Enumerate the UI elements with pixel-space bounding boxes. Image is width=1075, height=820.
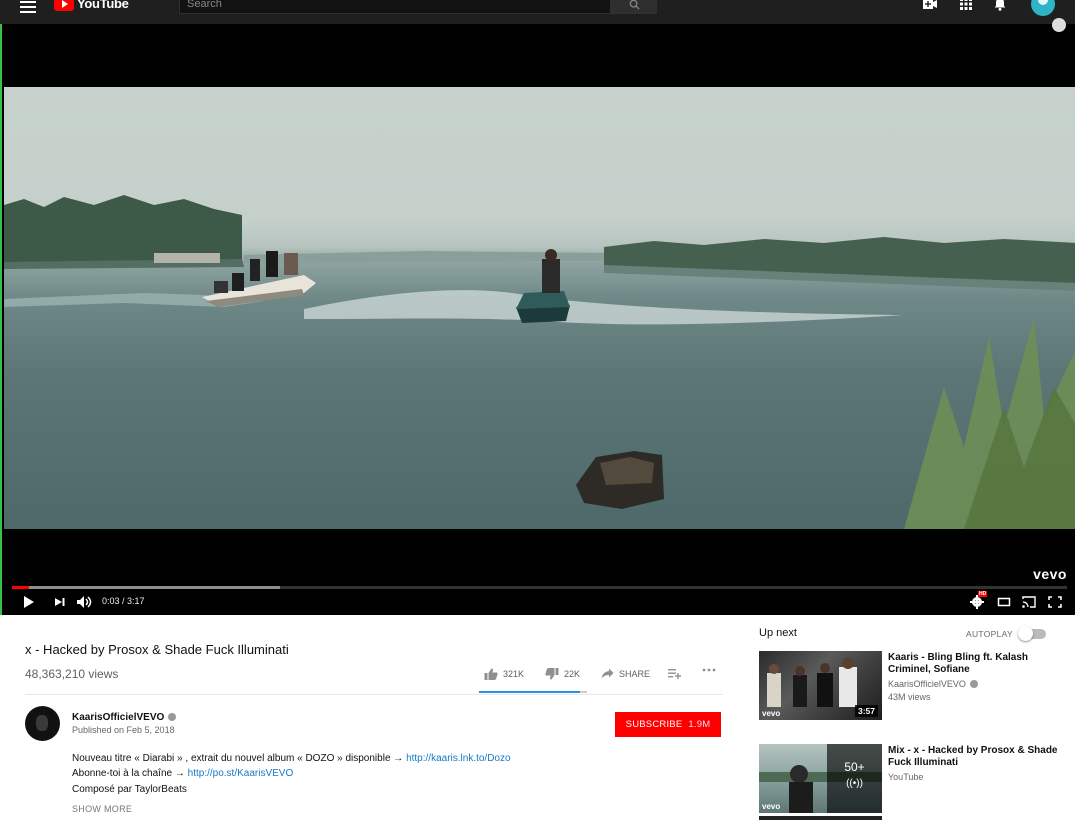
vevo-badge: vevo: [762, 709, 781, 718]
up-next-heading: Up next: [759, 627, 797, 639]
sentiment-bar: [479, 691, 587, 693]
theater-mode-icon[interactable]: [997, 594, 1011, 610]
channel-name[interactable]: KaarisOfficielVEVO: [72, 712, 164, 723]
video-title: x - Hacked by Prosox & Shade Fuck Illumi…: [25, 642, 289, 657]
channel-name-row[interactable]: KaarisOfficielVEVO: [72, 712, 177, 723]
description-line-1: Nouveau titre « Diarabi » , extrait du n…: [72, 753, 511, 764]
recommendation-channel: KaarisOfficielVEVO: [888, 679, 966, 689]
add-to-playlist-button[interactable]: [668, 668, 682, 679]
next-icon[interactable]: [53, 594, 67, 610]
description-line-2: Abonne-toi à la chaîne → http://po.st/Ka…: [72, 768, 293, 779]
dislike-count: 22K: [564, 669, 581, 679]
search-icon: [629, 0, 640, 10]
youtube-logo[interactable]: YouTube FR: [54, 0, 141, 11]
menu-icon[interactable]: [20, 0, 36, 13]
share-button[interactable]: SHARE: [601, 668, 650, 679]
search-input[interactable]: Search: [179, 0, 611, 14]
play-icon[interactable]: [22, 594, 36, 610]
video-player[interactable]: vevo 0:03 / 3:17 HD: [0, 18, 1075, 615]
buffer-bar: [12, 586, 280, 589]
description-line-3: Composé par TaylorBeats: [72, 784, 187, 795]
dislike-button[interactable]: 22K: [545, 668, 580, 680]
verified-icon: [168, 713, 177, 721]
recommendation-thumbnail[interactable]: vevo 3:57: [759, 651, 882, 720]
vevo-badge: vevo: [762, 802, 781, 811]
more-actions-button[interactable]: [702, 668, 716, 672]
mix-channel: YouTube: [888, 772, 924, 782]
recommendation-title[interactable]: Kaaris - Bling Bling ft. Kalash Criminel…: [888, 652, 1058, 675]
logo-text: YouTube: [77, 0, 129, 11]
more-horizontal-icon: [702, 668, 716, 672]
fullscreen-icon[interactable]: [1048, 594, 1062, 610]
video-scene: [4, 195, 1075, 529]
show-more-button[interactable]: SHOW MORE: [72, 804, 132, 814]
account-avatar[interactable]: [1031, 0, 1055, 16]
mix-overlay: 50+ ((•)): [827, 744, 882, 813]
time-display: 0:03 / 3:17: [102, 596, 145, 606]
settings-button[interactable]: HD: [969, 591, 989, 610]
thumbs-up-icon: [484, 668, 498, 680]
recommendation-views: 43M views: [888, 692, 931, 702]
create-video-icon[interactable]: [922, 0, 938, 11]
hd-badge: HD: [978, 591, 988, 597]
video-duration: 3:57: [854, 705, 878, 717]
next-recommendation-thumbnail[interactable]: [759, 816, 882, 820]
notifications-icon[interactable]: [992, 0, 1008, 11]
volume-icon[interactable]: [76, 594, 94, 610]
vevo-watermark: vevo: [1033, 566, 1067, 582]
description-text: Abonne-toi à la chaîne →: [72, 768, 188, 779]
autoplay-toggle[interactable]: [1018, 626, 1046, 641]
channel-avatar[interactable]: [25, 706, 60, 741]
verified-icon: [969, 680, 978, 688]
cast-icon[interactable]: [1021, 594, 1037, 610]
autoplay-label: AUTOPLAY: [966, 629, 1013, 639]
info-icon[interactable]: [1052, 18, 1066, 32]
progress-bar[interactable]: [12, 586, 1067, 589]
channel-subscribe-link[interactable]: http://po.st/KaarisVEVO: [188, 768, 294, 779]
toggle-knob: [1018, 626, 1033, 641]
subscribe-button[interactable]: SUBSCRIBE 1.9M: [615, 712, 721, 737]
mix-title[interactable]: Mix - x - Hacked by Prosox & Shade Fuck …: [888, 745, 1058, 768]
recommendation-channel-row: KaarisOfficielVEVO: [888, 678, 978, 690]
divider: [25, 694, 723, 695]
top-bar: YouTube FR Search: [0, 0, 1075, 24]
like-count: 321K: [503, 669, 525, 679]
like-button[interactable]: 321K: [484, 668, 524, 680]
description-text: Nouveau titre « Diarabi » , extrait du n…: [72, 753, 407, 764]
subscribe-label: SUBSCRIBE: [625, 719, 683, 730]
like-ratio-fill: [479, 691, 581, 693]
subscriber-count: 1.9M: [688, 719, 711, 730]
apps-icon[interactable]: [958, 0, 974, 11]
search-button[interactable]: [611, 0, 657, 14]
thumbs-down-icon: [545, 668, 559, 680]
mix-count: 50+: [844, 760, 865, 774]
view-count: 48,363,210 views: [25, 667, 119, 681]
video-frame[interactable]: [4, 87, 1075, 529]
share-label: SHARE: [619, 668, 651, 679]
publish-date: Published on Feb 5, 2018: [72, 725, 175, 735]
played-bar: [12, 586, 29, 589]
mix-radio-icon: ((•)): [846, 778, 863, 789]
youtube-play-logo-icon: [54, 0, 74, 11]
album-link[interactable]: http://kaaris.lnk.to/Dozo: [406, 753, 511, 764]
add-to-playlist-icon: [668, 669, 681, 679]
share-arrow-icon: [601, 668, 614, 679]
mix-thumbnail[interactable]: vevo 50+ ((•)): [759, 744, 882, 813]
logo-country: FR: [133, 0, 141, 2]
